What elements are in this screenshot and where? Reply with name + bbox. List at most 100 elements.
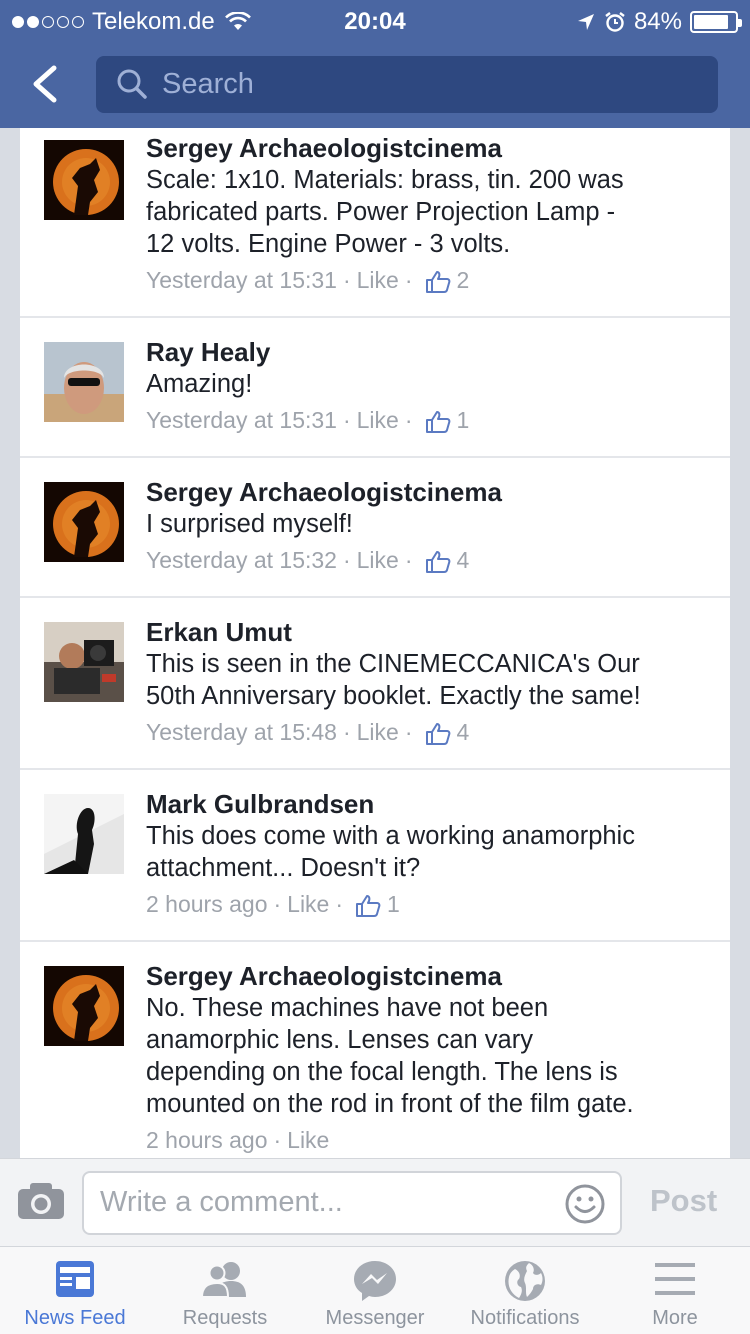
search-icon — [117, 69, 147, 99]
messenger-icon — [354, 1261, 396, 1301]
comment-author[interactable]: Sergey Archaeologistcinema — [146, 960, 710, 992]
comment-meta: Yesterday at 15:31 · Like · 1 — [146, 404, 710, 436]
comment-text-line: Amazing! — [146, 370, 253, 398]
news-feed-icon — [56, 1261, 94, 1297]
comment-item: Mark Gulbrandsen This does come with a w… — [20, 770, 730, 942]
comment-author[interactable]: Ray Healy — [146, 336, 710, 368]
search-input[interactable]: Search — [96, 56, 718, 113]
comment-author[interactable]: Erkan Umut — [146, 616, 710, 648]
like-count: 1 — [456, 407, 470, 433]
avatar[interactable] — [44, 482, 124, 562]
tab-bar: News Feed Requests Messenger Notificatio… — [0, 1246, 750, 1334]
comment-timestamp: Yesterday at 15:31 — [146, 407, 337, 433]
comment-meta: 2 hours ago · Like · 1 — [146, 888, 710, 920]
comment-text: Scale: 1x10. Materials: brass, tin. 200 … — [146, 164, 710, 260]
comment-text: This does come with a working anamorphic… — [146, 820, 710, 884]
location-arrow-icon — [577, 14, 594, 30]
tab-label: Messenger — [325, 1307, 425, 1329]
separator-dot: · — [273, 1127, 282, 1153]
avatar[interactable] — [44, 622, 124, 702]
comment-author[interactable]: Sergey Archaeologistcinema — [146, 476, 710, 508]
comment-text: Amazing! — [146, 368, 710, 400]
comment-timestamp: Yesterday at 15:48 — [146, 719, 337, 745]
avatar[interactable] — [44, 794, 124, 874]
tab-news-feed[interactable]: News Feed — [0, 1247, 150, 1334]
avatar[interactable] — [44, 966, 124, 1046]
comment-meta: 2 hours ago · Like — [146, 1124, 710, 1156]
comment-author[interactable]: Mark Gulbrandsen — [146, 788, 710, 820]
avatar[interactable] — [44, 140, 124, 220]
comment-list[interactable]: Sergey Archaeologistcinema Scale: 1x10. … — [20, 128, 730, 1158]
camera-icon[interactable] — [16, 1181, 66, 1221]
separator-dot: · — [335, 891, 344, 917]
thumbs-up-icon[interactable] — [425, 550, 451, 574]
comment-meta: Yesterday at 15:31 · Like · 2 — [146, 264, 710, 296]
comment-meta: Yesterday at 15:32 · Like · 4 — [146, 544, 710, 576]
comment-text: This is seen in the CINEMECCANICA's Our … — [146, 648, 710, 712]
tab-label: Requests — [182, 1307, 268, 1329]
comment-timestamp: Yesterday at 15:32 — [146, 547, 337, 573]
separator-dot: · — [404, 547, 413, 573]
separator-dot: · — [404, 719, 413, 745]
thumbs-up-icon[interactable] — [425, 410, 451, 434]
comment-timestamp: 2 hours ago — [146, 891, 268, 917]
tab-label: Notifications — [470, 1307, 580, 1329]
requests-icon — [200, 1262, 246, 1298]
smiley-icon[interactable] — [564, 1183, 606, 1225]
separator-dot: · — [273, 891, 282, 917]
back-arrow-icon[interactable] — [22, 60, 70, 108]
post-button[interactable]: Post — [650, 1183, 717, 1219]
like-link[interactable]: Like — [287, 1124, 329, 1156]
tab-label: More — [652, 1307, 698, 1329]
avatar[interactable] — [44, 342, 124, 422]
comment-text: No. These machines have not been anamorp… — [146, 992, 710, 1120]
tab-notifications[interactable]: Notifications — [450, 1247, 600, 1334]
tab-more[interactable]: More — [600, 1247, 750, 1334]
like-link[interactable]: Like — [357, 716, 399, 748]
comment-composer: Write a comment... Post — [0, 1158, 750, 1246]
comment-author[interactable]: Sergey Archaeologistcinema — [146, 132, 710, 164]
separator-dot: · — [404, 407, 413, 433]
tab-requests[interactable]: Requests — [150, 1247, 300, 1334]
thumbs-up-icon[interactable] — [425, 270, 451, 294]
like-count: 1 — [387, 891, 400, 917]
comment-meta: Yesterday at 15:48 · Like · 4 — [146, 716, 710, 748]
separator-dot: · — [404, 267, 413, 293]
like-link[interactable]: Like — [287, 888, 329, 920]
separator-dot: · — [342, 267, 351, 293]
comment-timestamp: Yesterday at 15:31 — [146, 267, 337, 293]
comment-text-line: anamorphic lens. Lenses can vary — [146, 1026, 533, 1054]
like-count: 4 — [456, 547, 470, 573]
globe-icon — [505, 1261, 545, 1301]
like-link[interactable]: Like — [357, 264, 399, 296]
header: Telekom.de 20:04 84% Search — [0, 0, 750, 128]
alarm-icon — [605, 12, 625, 32]
comment-text-line: I surprised myself! — [146, 510, 353, 538]
like-link[interactable]: Like — [357, 404, 399, 436]
comment-text: I surprised myself! — [146, 508, 710, 540]
battery-icon — [690, 11, 742, 33]
like-link[interactable]: Like — [357, 544, 399, 576]
comment-text-line: fabricated parts. Power Projection Lamp … — [146, 198, 616, 226]
comment-text-line: 12 volts. Engine Power - 3 volts. — [146, 230, 511, 258]
comment-text-line: This does come with a working anamorphic — [146, 822, 635, 850]
comment-text-line: depending on the focal length. The lens … — [146, 1058, 618, 1086]
comment-item: Erkan Umut This is seen in the CINEMECCA… — [20, 598, 730, 770]
separator-dot: · — [342, 407, 351, 433]
comment-item: Sergey Archaeologistcinema I surprised m… — [20, 458, 730, 598]
thumbs-up-icon[interactable] — [355, 894, 381, 918]
separator-dot: · — [342, 719, 351, 745]
comment-input[interactable]: Write a comment... — [82, 1171, 622, 1235]
battery-percent: 84% — [633, 8, 682, 35]
separator-dot: · — [342, 547, 351, 573]
like-count: 4 — [456, 719, 470, 745]
search-placeholder: Search — [162, 68, 254, 100]
comment-text-line: No. These machines have not been — [146, 994, 549, 1022]
thumbs-up-icon[interactable] — [425, 722, 451, 746]
comment-timestamp: 2 hours ago — [146, 1127, 268, 1153]
status-bar: Telekom.de 20:04 84% — [0, 0, 750, 40]
like-count: 2 — [456, 267, 470, 293]
comment-text-line: Scale: 1x10. Materials: brass, tin. 200 … — [146, 166, 624, 194]
comment-text-line: attachment... Doesn't it? — [146, 854, 421, 882]
tab-messenger[interactable]: Messenger — [300, 1247, 450, 1334]
